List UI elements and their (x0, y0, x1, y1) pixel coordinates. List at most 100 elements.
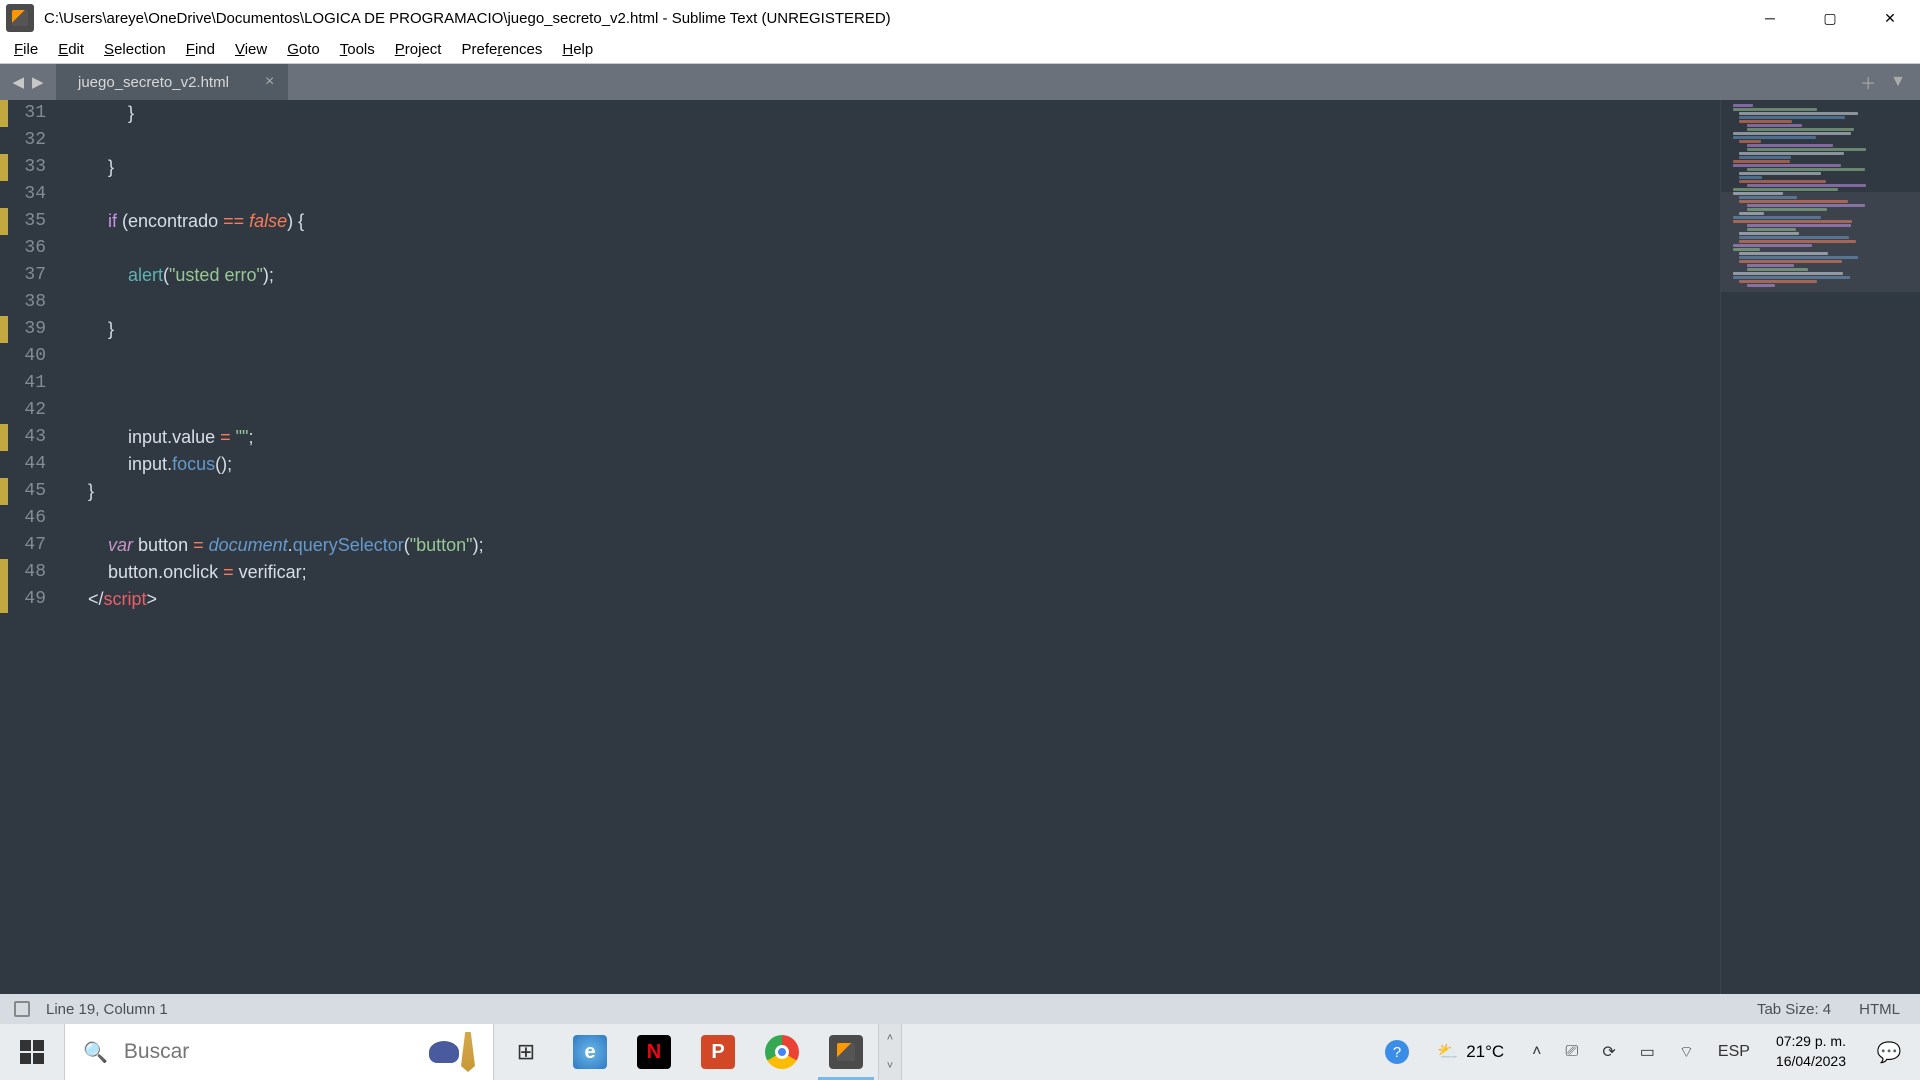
maximize-button[interactable]: ▢ (1800, 0, 1860, 36)
code-line[interactable]: } (58, 316, 1720, 343)
line-number[interactable]: 48 (8, 559, 46, 586)
tray-wifi-icon[interactable]: ⌔ (1669, 1024, 1704, 1080)
status-bar: Line 19, Column 1 Tab Size: 4 HTML (0, 994, 1920, 1024)
tray-display-icon[interactable]: ⎚ (1556, 1024, 1589, 1080)
code-line[interactable] (58, 370, 1720, 397)
tab-size[interactable]: Tab Size: 4 (1751, 1001, 1837, 1018)
code-line[interactable]: var button = document.querySelector("but… (58, 532, 1720, 559)
line-number[interactable]: 36 (8, 235, 46, 262)
code-line[interactable] (58, 505, 1720, 532)
modified-line-marker (0, 478, 8, 505)
tray-clock[interactable]: 07:29 p. m. 16/04/2023 (1764, 1032, 1858, 1071)
menu-view[interactable]: View (225, 39, 277, 60)
modified-line-marker (0, 154, 8, 181)
window-title: C:\Users\areye\OneDrive\Documentos\LOGIC… (40, 10, 1740, 27)
code-line[interactable]: } (58, 100, 1720, 127)
new-tab-icon[interactable]: ＋ (1860, 70, 1876, 94)
line-number[interactable]: 39 (8, 316, 46, 343)
line-number[interactable]: 35 (8, 208, 46, 235)
syntax-mode[interactable]: HTML (1853, 1001, 1906, 1018)
code-line[interactable] (58, 397, 1720, 424)
taskbar-app-chrome[interactable] (750, 1024, 814, 1080)
line-number[interactable]: 42 (8, 397, 46, 424)
menu-help[interactable]: Help (552, 39, 603, 60)
code-line[interactable]: } (58, 154, 1720, 181)
taskbar-scroll[interactable]: ˄˅ (878, 1024, 902, 1080)
minimize-button[interactable]: ─ (1740, 0, 1800, 36)
line-number[interactable]: 34 (8, 181, 46, 208)
search-input[interactable] (124, 1040, 413, 1064)
tray-battery-icon[interactable]: ▭ (1630, 1024, 1665, 1080)
code-line[interactable]: if (encontrado == false) { (58, 208, 1720, 235)
menu-edit[interactable]: Edit (48, 39, 94, 60)
tray-language[interactable]: ESP (1708, 1024, 1760, 1080)
close-button[interactable]: ✕ (1860, 0, 1920, 36)
nav-forward-icon[interactable]: ▶ (32, 73, 44, 91)
line-number[interactable]: 33 (8, 154, 46, 181)
line-number[interactable]: 37 (8, 262, 46, 289)
search-icon: 🔍 (83, 1040, 108, 1065)
menu-goto[interactable]: Goto (277, 39, 330, 60)
modified-line-marker (0, 100, 8, 127)
line-number[interactable]: 49 (8, 586, 46, 613)
modified-line-marker (0, 424, 8, 451)
menu-preferences[interactable]: Preferences (451, 39, 552, 60)
weather-temp: 21°C (1466, 1042, 1504, 1062)
modified-line-marker (0, 316, 8, 343)
code-line[interactable] (58, 181, 1720, 208)
menu-project[interactable]: Project (385, 39, 452, 60)
code-line[interactable]: button.onclick = verificar; (58, 559, 1720, 586)
cursor-position[interactable]: Line 19, Column 1 (40, 1001, 174, 1018)
nav-back-icon[interactable]: ◀ (12, 73, 24, 91)
taskbar-app-ie[interactable]: e (558, 1024, 622, 1080)
code-editor[interactable]: 31323334353637383940414243444546474849 }… (0, 100, 1720, 1040)
line-number[interactable]: 43 (8, 424, 46, 451)
tab-close-icon[interactable]: × (265, 73, 274, 91)
tray-help-icon[interactable]: ? (1375, 1024, 1419, 1080)
line-number[interactable]: 45 (8, 478, 46, 505)
line-number[interactable]: 46 (8, 505, 46, 532)
line-number[interactable]: 38 (8, 289, 46, 316)
menu-tools[interactable]: Tools (330, 39, 385, 60)
tray-chevron-icon[interactable]: ˄ (1522, 1024, 1551, 1080)
code-line[interactable]: input.value = ""; (58, 424, 1720, 451)
weather-icon: ⛅ (1437, 1042, 1458, 1062)
code-line[interactable] (58, 289, 1720, 316)
tab-dropdown-icon[interactable]: ▼ (1890, 73, 1906, 91)
line-number[interactable]: 32 (8, 127, 46, 154)
tray-update-icon[interactable]: ⟳ (1592, 1024, 1625, 1080)
taskbar-app-netflix[interactable]: N (622, 1024, 686, 1080)
taskbar-search[interactable]: 🔍 (64, 1024, 494, 1080)
code-line[interactable] (58, 343, 1720, 370)
line-number[interactable]: 47 (8, 532, 46, 559)
tray-weather[interactable]: ⛅ 21°C (1423, 1042, 1518, 1062)
line-number[interactable]: 41 (8, 370, 46, 397)
task-view-button[interactable]: ⊞ (494, 1024, 558, 1080)
taskbar-app-sublime[interactable] (814, 1024, 878, 1080)
search-highlight-icon (429, 1032, 475, 1072)
start-button[interactable] (0, 1024, 64, 1080)
menu-file[interactable]: File (4, 39, 48, 60)
code-line[interactable]: </script> (58, 586, 1720, 613)
menu-find[interactable]: Find (176, 39, 225, 60)
window-titlebar: C:\Users\areye\OneDrive\Documentos\LOGIC… (0, 0, 1920, 36)
file-tab[interactable]: juego_secreto_v2.html × (56, 64, 288, 100)
code-line[interactable] (58, 127, 1720, 154)
line-number[interactable]: 31 (8, 100, 46, 127)
panel-switcher-icon[interactable] (14, 1001, 30, 1017)
tray-notifications-icon[interactable]: 💬 (1862, 1024, 1916, 1080)
minimap[interactable] (1720, 100, 1920, 1040)
line-number[interactable]: 40 (8, 343, 46, 370)
minimap-viewport[interactable] (1721, 192, 1920, 292)
modified-line-marker (0, 559, 8, 586)
tab-history-nav[interactable]: ◀ ▶ (0, 64, 56, 100)
code-line[interactable]: } (58, 478, 1720, 505)
taskbar-app-powerpoint[interactable]: P (686, 1024, 750, 1080)
code-line[interactable] (58, 235, 1720, 262)
code-content[interactable]: } } if (encontrado == false) { alert("us… (58, 100, 1720, 613)
menu-selection[interactable]: Selection (94, 39, 176, 60)
code-line[interactable]: input.focus(); (58, 451, 1720, 478)
line-number-gutter[interactable]: 31323334353637383940414243444546474849 (8, 100, 58, 613)
line-number[interactable]: 44 (8, 451, 46, 478)
code-line[interactable]: alert("usted erro"); (58, 262, 1720, 289)
